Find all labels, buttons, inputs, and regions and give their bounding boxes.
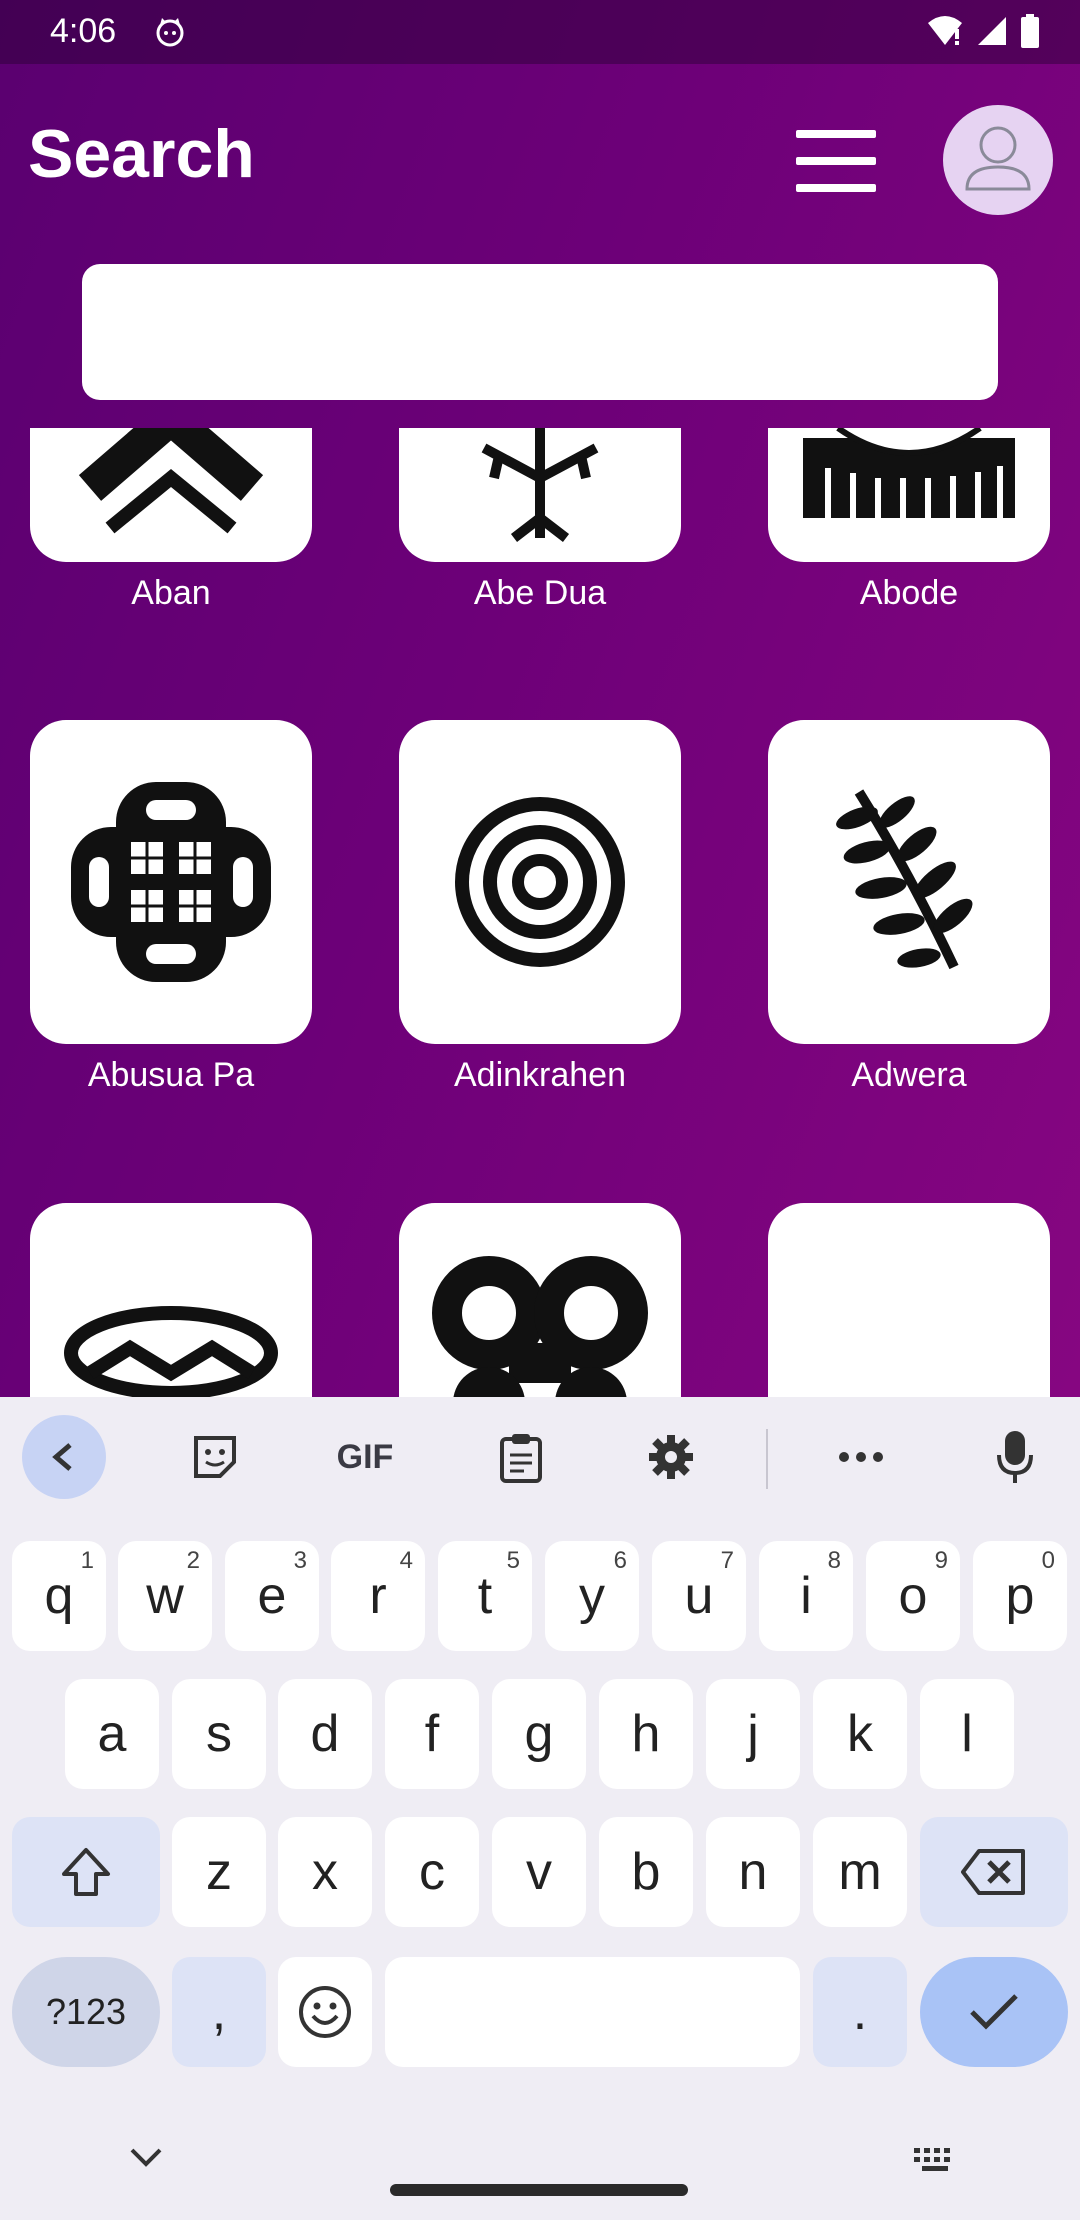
shift-key[interactable]	[12, 1817, 160, 1927]
key-y[interactable]: y6	[545, 1541, 639, 1651]
sticker-icon	[194, 1436, 236, 1478]
more-icon	[839, 1452, 883, 1462]
app-background: 4:06 Search Aban Abe Dua Abode Abusua Pa…	[0, 0, 1080, 1397]
period-key[interactable]: .	[813, 1957, 907, 2067]
symbol-card[interactable]	[399, 1203, 681, 1397]
status-time: 4:06	[50, 12, 117, 50]
symbol-grid: Aban Abe Dua Abode Abusua Pa Adinkrahen …	[0, 428, 1080, 1397]
symbol-card[interactable]: Adinkrahen	[399, 720, 681, 1095]
key-k[interactable]: k	[813, 1679, 907, 1789]
symbol-label: Abode	[859, 574, 959, 612]
symbol-label: Adwera	[851, 1056, 967, 1094]
symbol-image-adinkrahen[interactable]	[399, 720, 681, 1044]
key-t[interactable]: t5	[438, 1541, 532, 1651]
key-w[interactable]: w2	[118, 1541, 212, 1651]
key-m[interactable]: m	[813, 1817, 907, 1927]
keyboard-switch-button[interactable]	[912, 2146, 958, 2179]
wifi-icon	[928, 16, 962, 45]
key-h[interactable]: h	[599, 1679, 693, 1789]
home-handle[interactable]	[390, 2184, 688, 2196]
hide-keyboard-button[interactable]	[128, 2146, 164, 2173]
navigation-bar	[0, 2080, 1080, 2220]
symbol-label: Aban	[131, 574, 211, 612]
key-a[interactable]: a	[65, 1679, 159, 1789]
key-s[interactable]: s	[172, 1679, 266, 1789]
more-button[interactable]	[826, 1415, 896, 1499]
clipboard-button[interactable]	[486, 1415, 556, 1499]
toolbar-divider	[766, 1429, 768, 1489]
key-q[interactable]: q1	[12, 1541, 106, 1651]
key-r[interactable]: r4	[331, 1541, 425, 1651]
symbol-card[interactable]: Adwera	[768, 720, 1050, 1095]
symbol-image[interactable]	[399, 1203, 681, 1397]
mic-icon	[997, 1431, 1033, 1483]
symbol-image-abusua-pa[interactable]	[30, 720, 312, 1044]
symbol-label: Abusua Pa	[87, 1056, 255, 1094]
key-e[interactable]: e3	[225, 1541, 319, 1651]
menu-button[interactable]	[790, 126, 880, 196]
key-f[interactable]: f	[385, 1679, 479, 1789]
backspace-key[interactable]	[920, 1817, 1068, 1927]
comma-key[interactable]: ,	[172, 1957, 266, 2067]
symbol-image-abode[interactable]	[768, 428, 1050, 562]
battery-icon	[1021, 14, 1039, 48]
symbol-card[interactable]: Abe Dua	[399, 428, 681, 613]
key-z[interactable]: z	[172, 1817, 266, 1927]
key-v[interactable]: v	[492, 1817, 586, 1927]
key-o[interactable]: o9	[866, 1541, 960, 1651]
symbol-card[interactable]: Abode	[768, 428, 1050, 613]
key-g[interactable]: g	[492, 1679, 586, 1789]
keyboard-back-button[interactable]	[22, 1415, 106, 1499]
symbol-image[interactable]	[768, 1203, 1050, 1397]
symbol-card[interactable]: Abusua Pa	[30, 720, 312, 1095]
backspace-icon	[961, 1849, 1025, 1895]
symbol-image[interactable]	[30, 1203, 312, 1397]
key-c[interactable]: c	[385, 1817, 479, 1927]
sticker-button[interactable]	[180, 1415, 250, 1499]
space-key[interactable]	[385, 1957, 800, 2067]
key-l[interactable]: l	[920, 1679, 1014, 1789]
voice-input-button[interactable]	[980, 1415, 1050, 1499]
gif-button[interactable]: GIF	[320, 1415, 410, 1499]
symbol-card[interactable]: Aban	[30, 428, 312, 613]
gear-icon	[649, 1435, 693, 1479]
symbols-key[interactable]: ?123	[12, 1957, 160, 2067]
emoji-icon	[299, 1986, 351, 2038]
cat-notification-icon	[156, 18, 184, 47]
signal-icon	[978, 17, 1006, 45]
user-icon	[965, 126, 1031, 191]
check-icon	[970, 1994, 1018, 2030]
shift-icon	[62, 1848, 110, 1896]
chevron-left-icon	[52, 1443, 72, 1471]
symbol-card[interactable]	[30, 1203, 312, 1397]
chevron-down-icon	[130, 2148, 162, 2167]
key-d[interactable]: d	[278, 1679, 372, 1789]
clipboard-icon	[500, 1434, 542, 1483]
emoji-key[interactable]	[278, 1957, 372, 2067]
symbol-image-adwera[interactable]	[768, 720, 1050, 1044]
status-bar: 4:06	[0, 0, 1080, 64]
menu-icon	[796, 130, 876, 138]
keyboard-toolbar: GIF	[0, 1397, 1080, 1517]
search-input[interactable]	[82, 264, 998, 400]
symbol-image-aban[interactable]	[30, 428, 312, 562]
keyboard-icon	[914, 2148, 950, 2171]
settings-button[interactable]	[636, 1415, 706, 1499]
symbol-card[interactable]	[768, 1203, 1050, 1397]
symbol-label: Adinkrahen	[453, 1056, 626, 1094]
key-b[interactable]: b	[599, 1817, 693, 1927]
key-i[interactable]: i8	[759, 1541, 853, 1651]
symbol-label: Abe Dua	[473, 574, 607, 612]
enter-key[interactable]	[920, 1957, 1068, 2067]
key-u[interactable]: u7	[652, 1541, 746, 1651]
symbol-image-abe-dua[interactable]	[399, 428, 681, 562]
profile-avatar-button[interactable]	[943, 105, 1053, 215]
page-title: Search	[28, 116, 255, 192]
key-p[interactable]: p0	[973, 1541, 1067, 1651]
key-n[interactable]: n	[706, 1817, 800, 1927]
key-j[interactable]: j	[706, 1679, 800, 1789]
key-x[interactable]: x	[278, 1817, 372, 1927]
